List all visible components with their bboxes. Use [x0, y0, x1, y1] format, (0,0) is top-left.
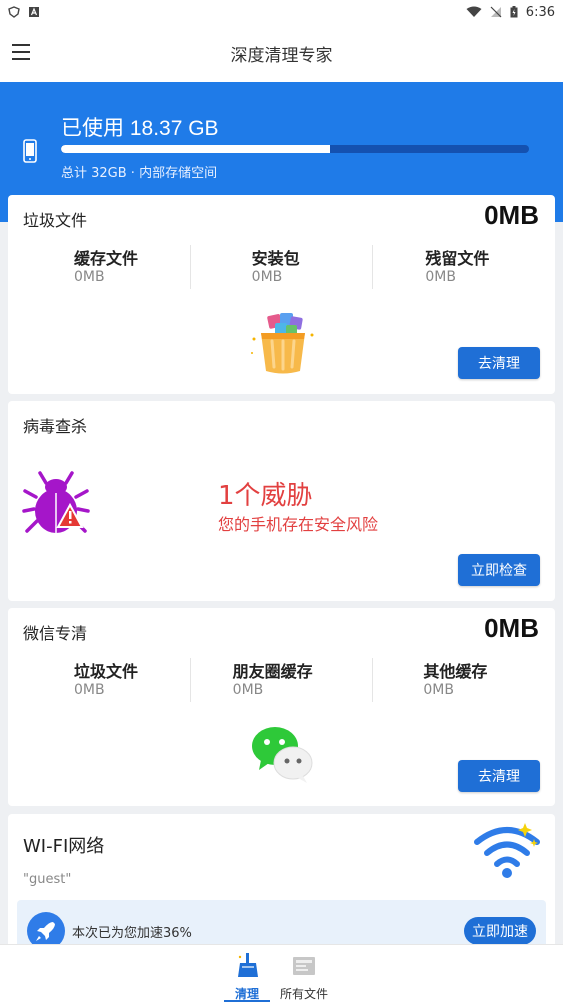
- wifi-icon: [474, 823, 540, 878]
- wifi-ssid: "guest": [23, 872, 72, 887]
- wechat-clean-button[interactable]: 去清理: [458, 760, 540, 792]
- virus-card-title: 病毒查杀: [23, 417, 88, 436]
- storage-used: 已使用 18.37 GB: [61, 117, 219, 140]
- nav-item-all-files[interactable]: 所有文件: [276, 945, 332, 1002]
- stat-label: 垃圾文件: [74, 662, 139, 681]
- stat-value: 0MB: [232, 682, 264, 698]
- junk-card-title: 垃圾文件: [23, 211, 88, 230]
- files-icon: [293, 957, 315, 975]
- app-bar: 深度清理专家: [0, 24, 563, 82]
- bug-icon: [22, 471, 90, 533]
- stat-value: 0MB: [423, 682, 454, 698]
- stat-value: 0MB: [425, 269, 456, 285]
- storage-progress-fill: [61, 145, 330, 153]
- junk-stat-apk: 安装包 0MB: [191, 245, 373, 291]
- boost-text: 本次已为您加速36%: [72, 926, 192, 941]
- wechat-stat-other: 其他缓存 0MB: [373, 658, 555, 704]
- virus-scan-card: 病毒查杀 1个威胁 您的手机存在安全风险 立即检查: [8, 401, 555, 601]
- boost-button[interactable]: 立即加速: [464, 917, 536, 945]
- notification-a-icon: [29, 7, 39, 17]
- wechat-clean-card: 微信专清 0MB 垃圾文件 0MB 朋友圈缓存 0MB 其他缓存 0MB 去清理: [8, 608, 555, 806]
- stat-value: 0MB: [251, 269, 283, 285]
- status-time: 6:36: [525, 4, 555, 20]
- junk-stats: 缓存文件 0MB 安装包 0MB 残留文件 0MB: [8, 245, 555, 291]
- stat-label: 安装包: [251, 249, 300, 268]
- cell-signal-icon: [490, 6, 502, 18]
- bottom-nav: 清理 所有文件: [0, 944, 563, 1002]
- stat-label: 缓存文件: [74, 249, 139, 268]
- broom-icon: [238, 953, 258, 977]
- wechat-stat-moments: 朋友圈缓存 0MB: [191, 658, 373, 704]
- junk-stat-residual: 残留文件 0MB: [373, 245, 555, 291]
- wechat-stats: 垃圾文件 0MB 朋友圈缓存 0MB 其他缓存 0MB: [8, 658, 555, 704]
- junk-stat-cache: 缓存文件 0MB: [8, 245, 190, 291]
- nav-item-clean[interactable]: 清理: [224, 945, 270, 1002]
- threat-count: 1个威胁: [218, 481, 313, 511]
- wifi-card-title: WI-FI网络: [23, 836, 105, 857]
- stat-value: 0MB: [74, 682, 105, 698]
- junk-total-size: 0MB: [484, 200, 539, 230]
- trash-bin-icon: [251, 313, 314, 374]
- wechat-stat-junk: 垃圾文件 0MB: [8, 658, 190, 704]
- threat-message: 您的手机存在安全风险: [218, 515, 379, 534]
- wifi-signal-icon: [466, 6, 482, 17]
- phone-icon: [23, 139, 37, 163]
- junk-clean-button[interactable]: 去清理: [458, 347, 540, 379]
- status-bar: 6:36: [0, 0, 563, 24]
- virus-check-button[interactable]: 立即检查: [458, 554, 540, 586]
- nav-label-all-files: 所有文件: [279, 987, 328, 1001]
- storage-subtitle: 总计 32GB · 内部存储空间: [61, 166, 218, 181]
- stat-label: 残留文件: [425, 249, 490, 268]
- junk-files-card: 垃圾文件 0MB 缓存文件 0MB 安装包 0MB 残留文件 0MB 去清理: [8, 195, 555, 394]
- wechat-total-size: 0MB: [484, 613, 539, 643]
- wechat-icon: [252, 727, 313, 783]
- page-title: 深度清理专家: [230, 45, 333, 66]
- battery-icon: [510, 6, 518, 18]
- stat-label: 朋友圈缓存: [232, 662, 313, 681]
- shield-icon: [8, 6, 20, 18]
- stat-label: 其他缓存: [423, 662, 488, 681]
- wechat-card-title: 微信专清: [23, 624, 88, 643]
- storage-progress-bar: [61, 145, 529, 153]
- menu-icon[interactable]: [12, 44, 32, 62]
- wifi-card: WI-FI网络 "guest" 本次已为您加速36% 立即加速: [8, 814, 555, 964]
- stat-value: 0MB: [74, 269, 105, 285]
